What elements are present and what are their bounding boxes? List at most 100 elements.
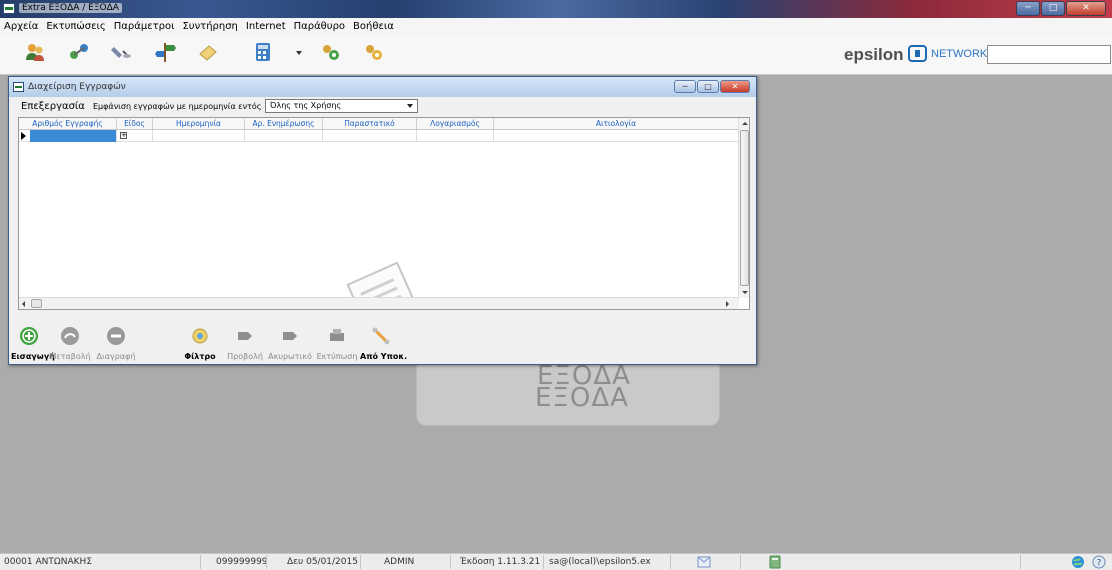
filter-label: Φίλτρο <box>184 352 216 361</box>
type-cell[interactable]: + <box>117 130 153 142</box>
chevron-down-icon <box>407 104 413 108</box>
menu-window[interactable]: Παράθυρο <box>290 18 349 35</box>
status-connection: sa@(local)\epsilon5.ex <box>549 557 651 567</box>
modify-button[interactable]: Μεταβολή <box>48 325 92 361</box>
records-grid[interactable]: Αριθμός Εγγραφής Είδος Ημερομηνία Αρ. Εν… <box>18 117 750 310</box>
svg-text:?: ? <box>1097 559 1102 569</box>
cancel-doc-button[interactable]: Ακυρωτικό <box>266 325 314 361</box>
status-divider <box>543 555 544 569</box>
cancel-doc-icon <box>283 332 297 340</box>
signpost-icon[interactable] <box>154 41 176 63</box>
column-date[interactable]: Ημερομηνία <box>153 118 245 129</box>
account-cell[interactable] <box>417 130 494 142</box>
status-company: 00001 ΑΝΤΩΝΑΚΗΣ <box>4 557 93 567</box>
column-document[interactable]: Παραστατικό <box>323 118 417 129</box>
from-subaccount-label: Από Υποκ. <box>360 352 408 361</box>
column-reason[interactable]: Αιτιολογία <box>494 118 739 129</box>
status-divider <box>1020 555 1021 569</box>
column-account[interactable]: Λογαριασμός <box>417 118 494 129</box>
scroll-left-icon[interactable] <box>22 301 25 307</box>
dropdown-arrow-icon[interactable] <box>288 41 310 63</box>
print-icon <box>330 329 344 341</box>
delete-label: Διαγραφή <box>96 352 136 361</box>
expand-icon[interactable]: + <box>120 132 127 139</box>
scroll-down-icon[interactable] <box>742 291 748 294</box>
menu-maintenance[interactable]: Συντήρηση <box>178 18 241 35</box>
records-window: Διαχείριση Εγγραφών ─ □ ✕ Επεξεργασία Εμ… <box>8 76 757 365</box>
scroll-up-icon[interactable] <box>742 122 748 125</box>
minimize-button[interactable]: ─ <box>1016 1 1040 16</box>
grid-header: Αριθμός Εγγραφής Είδος Ημερομηνία Αρ. Εν… <box>19 118 739 130</box>
date-filter-select[interactable]: Όλης της Χρήσης <box>265 99 418 113</box>
epsilon-logo-text: epsilon <box>844 45 904 64</box>
users-icon[interactable] <box>24 41 46 63</box>
filter-bar: Επεξεργασία Εμφάνιση εγγραφών με ημερομη… <box>13 99 755 115</box>
mail-icon[interactable] <box>697 556 711 568</box>
network-icon[interactable] <box>68 41 90 63</box>
title-bar: Extra ΕΞΟΔΑ / ΕΞΟΔΑ ─ □ ✕ <box>0 0 1112 18</box>
satellite-icon[interactable] <box>111 41 133 63</box>
background-logo-line2: ΕΞΟΔΑ <box>535 383 629 413</box>
horizontal-scrollbar[interactable] <box>19 297 739 309</box>
print-label: Εκτύπωση <box>316 352 358 361</box>
calculator-status-icon[interactable] <box>768 555 782 569</box>
child-maximize-button[interactable]: □ <box>697 80 719 93</box>
menu-prints[interactable]: Εκτυπώσεις <box>42 18 109 35</box>
document-cell[interactable] <box>323 130 417 142</box>
edit-icon <box>61 327 79 345</box>
scroll-right-icon[interactable] <box>726 301 729 307</box>
calculator-icon[interactable] <box>252 41 274 63</box>
menu-help[interactable]: Βοήθεια <box>349 18 398 35</box>
eraser-icon[interactable] <box>197 41 219 63</box>
insert-button[interactable]: Εισαγωγή <box>11 325 55 361</box>
from-subaccount-button[interactable]: Από Υποκ. <box>360 325 408 361</box>
modify-label: Μεταβολή <box>49 352 91 361</box>
cancel-doc-label: Ακυρωτικό <box>268 352 312 361</box>
search-input[interactable] <box>987 45 1111 64</box>
row-pointer-icon <box>21 132 26 140</box>
view-button[interactable]: Προβολή <box>226 325 264 361</box>
maximize-button[interactable]: □ <box>1041 1 1065 16</box>
delete-button[interactable]: Διαγραφή <box>95 325 137 361</box>
vertical-scroll-thumb[interactable] <box>740 130 749 286</box>
child-minimize-button[interactable]: ─ <box>674 80 696 93</box>
print-button[interactable]: Εκτύπωση <box>316 325 358 361</box>
table-row[interactable]: + <box>19 130 739 142</box>
insert-label: Εισαγωγή <box>11 352 55 361</box>
window-title: Extra ΕΞΟΔΑ / ΕΞΟΔΑ <box>19 3 122 13</box>
menu-parameters[interactable]: Παράμετροι <box>110 18 179 35</box>
records-window-titlebar: Διαχείριση Εγγραφών ─ □ ✕ <box>9 77 756 97</box>
help-icon[interactable]: ? <box>1092 555 1106 569</box>
child-close-button[interactable]: ✕ <box>720 80 750 93</box>
status-version: Έκδοση 1.11.3.21 <box>460 557 541 567</box>
gear-green-icon[interactable] <box>319 41 341 63</box>
filter-button[interactable]: Φίλτρο <box>183 325 217 361</box>
edit-menu[interactable]: Επεξεργασία <box>21 101 85 112</box>
update-number-cell[interactable] <box>245 130 323 142</box>
gears-icon[interactable] <box>362 41 384 63</box>
main-toolbar: epsilon NETWORK <box>0 35 1112 75</box>
status-date: Δευ 05/01/2015 <box>287 557 358 567</box>
date-cell[interactable] <box>153 130 245 142</box>
action-toolbar: Εισαγωγή Μεταβολή Διαγραφή Φίλτρο Προβολ… <box>11 325 756 363</box>
status-divider <box>360 555 361 569</box>
close-button[interactable]: ✕ <box>1066 1 1106 16</box>
globe-icon[interactable] <box>1071 555 1085 569</box>
vertical-scrollbar[interactable] <box>738 118 749 298</box>
add-icon <box>20 327 38 345</box>
menu-internet[interactable]: Internet <box>242 18 290 35</box>
reason-cell[interactable] <box>494 130 739 142</box>
column-type[interactable]: Είδος <box>117 118 153 129</box>
column-update-number[interactable]: Αρ. Ενημέρωσης <box>245 118 323 129</box>
window-controls: ─ □ ✕ <box>1015 1 1106 17</box>
epsilon-logo-icon <box>908 45 927 62</box>
status-code: 099999999 <box>216 557 268 567</box>
selected-cell[interactable] <box>30 130 117 142</box>
status-user: ADMIN <box>384 557 415 567</box>
horizontal-scroll-thumb[interactable] <box>31 299 42 308</box>
menu-files[interactable]: Αρχεία <box>0 18 42 35</box>
status-bar: 00001 ΑΝΤΩΝΑΚΗΣ 099999999 Δευ 05/01/2015… <box>0 553 1112 570</box>
child-window-controls: ─ □ ✕ <box>673 80 750 93</box>
column-record-number[interactable]: Αριθμός Εγγραφής <box>19 118 117 129</box>
date-filter-label: Εμφάνιση εγγραφών με ημερομηνία εντός <box>93 102 262 111</box>
